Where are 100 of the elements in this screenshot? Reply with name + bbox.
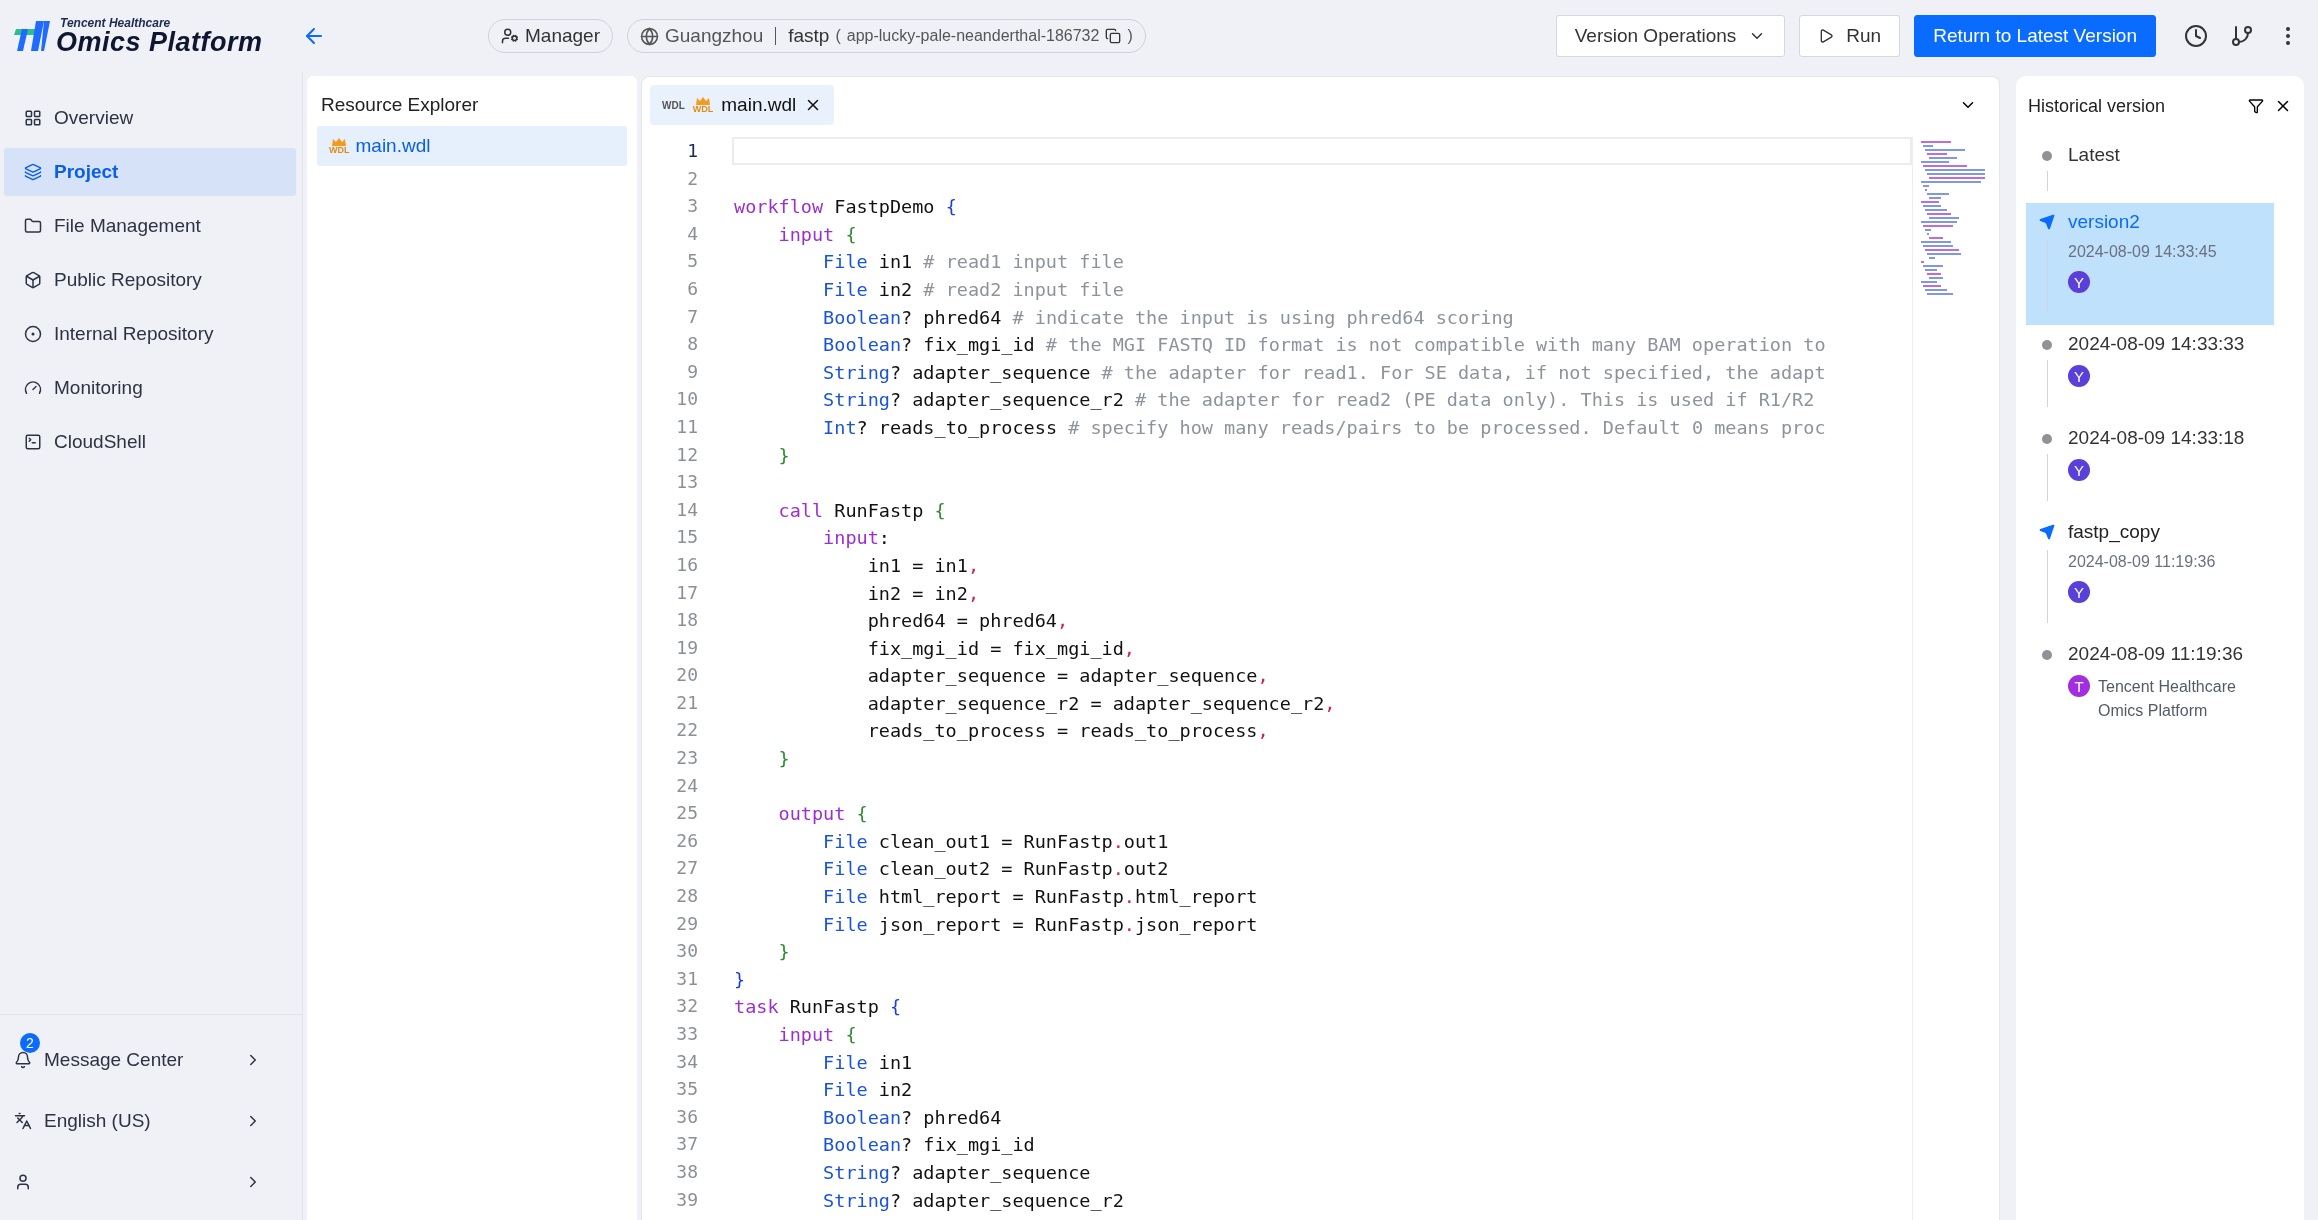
user-avatar: T bbox=[2068, 675, 2090, 697]
code-line: Boolean? phred64 # indicate the input is using phred64 scoring bbox=[822, 305, 1515, 330]
version-date: 2024-08-09 14:33:45 bbox=[2068, 243, 2217, 261]
user-avatar: Y bbox=[2068, 459, 2090, 481]
paren-open: ( bbox=[835, 27, 841, 45]
paper-plane-icon bbox=[2039, 524, 2055, 540]
footer-label: Message Center bbox=[44, 1048, 185, 1071]
user-avatar: Y bbox=[2068, 365, 2090, 387]
line-number: 29 bbox=[675, 911, 699, 936]
branch-icon[interactable] bbox=[2230, 24, 2254, 48]
code-line: phred64 = phred64, bbox=[866, 609, 1070, 634]
bell-icon bbox=[14, 1050, 32, 1069]
code-line: in1 = in1, bbox=[866, 553, 981, 578]
line-number: 2 bbox=[686, 166, 699, 191]
line-number: 38 bbox=[675, 1159, 699, 1184]
code-line: } bbox=[777, 747, 791, 772]
line-number: 10 bbox=[675, 387, 699, 412]
line-number: 1 bbox=[686, 139, 699, 163]
nav-item[interactable]: File Management bbox=[4, 202, 296, 250]
version-date: 2024-08-09 14:33:33 bbox=[2068, 333, 2245, 355]
code-line: String? adapter_sequence bbox=[822, 1160, 1092, 1185]
code-line: } bbox=[777, 940, 791, 965]
line-number: 14 bbox=[675, 497, 699, 522]
nav-item[interactable]: CloudShell bbox=[4, 418, 296, 466]
line-number: 23 bbox=[675, 746, 699, 771]
nav-item[interactable]: Public Repository bbox=[4, 256, 296, 304]
line-number: 13 bbox=[675, 470, 699, 495]
nav-icon bbox=[24, 271, 42, 289]
nav-icon bbox=[24, 433, 42, 451]
line-number: 8 bbox=[686, 332, 699, 357]
timeline-dot bbox=[2042, 434, 2052, 444]
history-title: Historical version bbox=[2027, 95, 2167, 117]
version-name: version2 bbox=[2068, 211, 2141, 233]
version-item[interactable]: 2024-08-09 14:33:18 Y bbox=[2026, 419, 2274, 513]
nav-item[interactable]: Overview bbox=[4, 94, 296, 142]
line-number: 16 bbox=[675, 552, 699, 577]
tab-label: main.wdl bbox=[721, 94, 797, 116]
user-avatar: Y bbox=[2068, 271, 2090, 293]
version-item[interactable]: fastp_copy 2024-08-09 11:19:36 Y bbox=[2026, 513, 2274, 635]
line-number: 20 bbox=[675, 663, 699, 688]
user-icon[interactable] bbox=[14, 1172, 32, 1191]
line-number: 39 bbox=[675, 1187, 699, 1212]
line-number: 22 bbox=[675, 718, 699, 743]
line-number: 32 bbox=[675, 994, 699, 1019]
line-number: 18 bbox=[675, 608, 699, 633]
code-line: input { bbox=[777, 222, 858, 247]
sidebar-footer-item[interactable]: 2 Message Center bbox=[0, 1029, 302, 1090]
line-number: 27 bbox=[675, 856, 699, 881]
code-line: String? adapter_sequence # the adapter for read1. For SE data, if not specified, the adapt bbox=[822, 360, 1827, 385]
code-line: File clean_out1 = RunFastp.out1 bbox=[822, 829, 1170, 854]
version-item[interactable]: 2024-08-09 11:19:36 T Tencent Healthcare Omics Platform bbox=[2026, 635, 2274, 755]
code-line: call RunFastp { bbox=[777, 498, 947, 523]
paper-plane-icon bbox=[2039, 214, 2055, 230]
nav-item[interactable]: Project bbox=[4, 148, 296, 196]
version-item[interactable]: Latest bbox=[2026, 136, 2274, 203]
nav-icon bbox=[24, 325, 42, 343]
copy-icon[interactable] bbox=[1105, 28, 1122, 44]
line-number: 12 bbox=[675, 442, 699, 467]
line-number: 6 bbox=[686, 276, 699, 301]
code-line: task RunFastp { bbox=[733, 995, 903, 1020]
line-number: 17 bbox=[675, 580, 699, 605]
code-line: File in1 # read1 input file bbox=[822, 250, 1125, 275]
code-line: File in1 bbox=[822, 1050, 914, 1075]
version-item[interactable]: version2 2024-08-09 14:33:45 Y bbox=[2026, 203, 2274, 325]
line-number: 26 bbox=[675, 828, 699, 853]
user-gear-icon bbox=[501, 27, 519, 45]
user-name: Tencent Healthcare Omics Platform bbox=[2098, 677, 2237, 721]
editor-tab[interactable]: WDL WDL main.wdl bbox=[650, 85, 835, 125]
run-button[interactable]: Run bbox=[1799, 15, 1901, 57]
version-item[interactable]: 2024-08-09 14:33:33 Y bbox=[2026, 325, 2274, 419]
line-number: 36 bbox=[675, 1104, 699, 1129]
sidebar-footer-item[interactable]: English (US) bbox=[0, 1090, 302, 1151]
nav-item[interactable]: Monitoring bbox=[4, 364, 296, 412]
logo-tagline: Tencent Healthcare bbox=[59, 16, 172, 29]
paren-close: ) bbox=[1127, 27, 1133, 45]
line-number: 15 bbox=[675, 525, 699, 550]
nav-icon bbox=[24, 379, 42, 397]
line-number: 3 bbox=[686, 194, 699, 219]
file-item[interactable]: WDL main.wdl bbox=[317, 126, 627, 166]
version-label: Latest bbox=[2068, 144, 2120, 166]
code-line: File clean_out2 = RunFastp.out2 bbox=[822, 857, 1170, 882]
line-number: 19 bbox=[675, 635, 699, 660]
code-line: workflow FastpDemo { bbox=[733, 195, 958, 220]
role-pill[interactable]: Manager bbox=[488, 19, 613, 53]
filter-icon[interactable] bbox=[2248, 98, 2264, 114]
code-line: adapter_sequence = adapter_sequence, bbox=[866, 664, 1270, 689]
timeline-dot bbox=[2042, 151, 2052, 161]
version-operations-dropdown[interactable]: Version Operations bbox=[1555, 15, 1786, 57]
nav-item[interactable]: Internal Repository bbox=[4, 310, 296, 358]
return-latest-button[interactable]: Return to Latest Version bbox=[1914, 15, 2156, 57]
version-name: fastp_copy bbox=[2068, 521, 2161, 543]
line-number: 24 bbox=[675, 773, 699, 798]
logo-icon bbox=[14, 21, 50, 51]
timeline-dot bbox=[2042, 650, 2052, 660]
nav-icon bbox=[24, 217, 42, 235]
location-pill[interactable]: Guangzhou fastp ( app-lucky-pale-neanderthal-186732 ) bbox=[627, 19, 1146, 53]
line-number: 31 bbox=[675, 966, 699, 991]
code-line: Int? reads_to_process # specify how many reads/pairs to be processed. Default 0 means proc bbox=[822, 415, 1827, 440]
code-line: } bbox=[777, 443, 791, 468]
history-clock-icon[interactable] bbox=[2184, 24, 2208, 48]
